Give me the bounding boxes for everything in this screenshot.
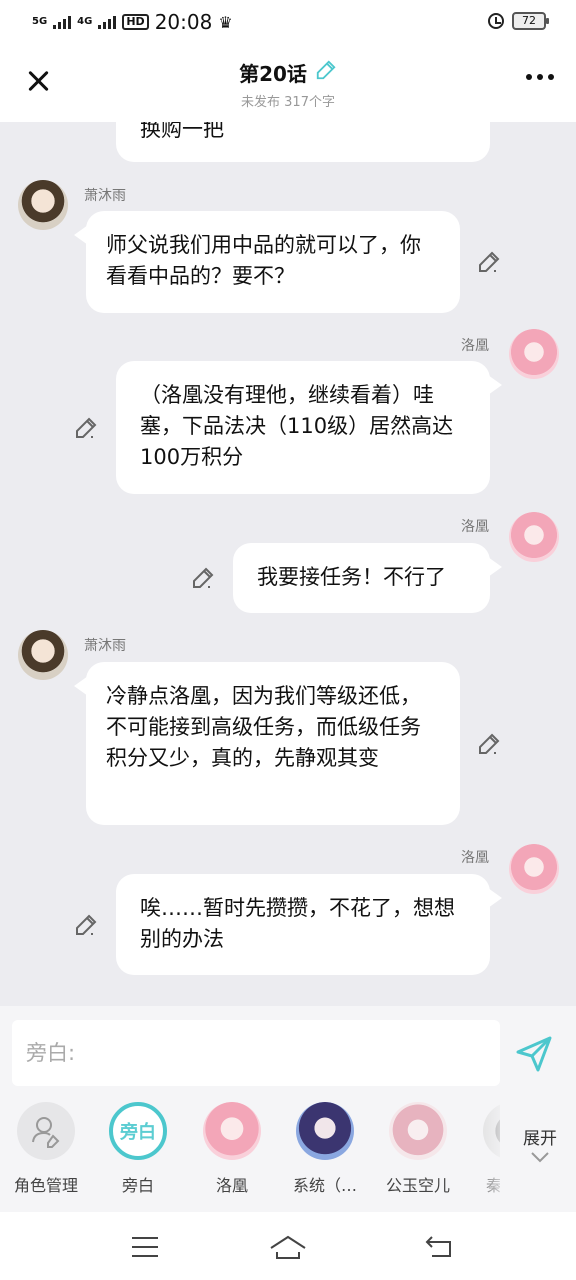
avatar[interactable] bbox=[509, 844, 559, 894]
message-input[interactable] bbox=[12, 1020, 500, 1086]
chevron-down-icon bbox=[512, 1149, 568, 1169]
signal-4g-label: 4G bbox=[77, 16, 93, 27]
sender-name: 萧沐雨 bbox=[84, 188, 126, 204]
battery-icon: 72 bbox=[512, 12, 549, 30]
sender-name: 萧沐雨 bbox=[84, 638, 126, 654]
status-bar: 5G 4G HD 20:08 ♛ 72 bbox=[0, 0, 576, 44]
avatar bbox=[203, 1102, 261, 1160]
avatar bbox=[389, 1102, 447, 1160]
role-label: 旁白 bbox=[121, 1176, 154, 1195]
role-selector[interactable]: 角色管理 旁白 旁白 洛凰 系统（… 公玉空儿 秦 bbox=[0, 1102, 500, 1202]
scroll-fade bbox=[470, 1102, 510, 1202]
message-bubble[interactable]: 师父说我们用中品的就可以了，你看看中品的？要不？ bbox=[74, 211, 460, 313]
hd-voice-icon: HD bbox=[122, 14, 149, 30]
sender-name: 洛凰 bbox=[461, 519, 489, 535]
chapter-title: 第20话 bbox=[239, 62, 307, 86]
avatar[interactable] bbox=[509, 512, 559, 562]
avatar[interactable] bbox=[18, 180, 68, 230]
role-gongyu[interactable]: 公玉空儿 bbox=[372, 1102, 464, 1196]
edit-message-icon[interactable] bbox=[74, 416, 98, 440]
avatar[interactable] bbox=[509, 329, 559, 379]
home-icon[interactable] bbox=[268, 1234, 308, 1260]
chapter-status: 未发布 317个字 bbox=[241, 95, 335, 110]
avatar[interactable] bbox=[18, 630, 68, 680]
crown-icon: ♛ bbox=[218, 12, 233, 32]
role-label: 角色管理 bbox=[13, 1176, 78, 1195]
expand-button[interactable]: 展开 bbox=[512, 1124, 568, 1169]
alarm-icon bbox=[488, 13, 504, 29]
send-button[interactable] bbox=[514, 1034, 554, 1074]
role-luohuang[interactable]: 洛凰 bbox=[186, 1102, 278, 1196]
message-bubble[interactable]: 我要接任务！不行了 bbox=[233, 543, 502, 613]
message-bubble[interactable]: 换购一把 bbox=[116, 122, 490, 162]
edit-message-icon[interactable] bbox=[74, 913, 98, 937]
role-system[interactable]: 系统（… bbox=[279, 1102, 371, 1196]
composer: 角色管理 旁白 旁白 洛凰 系统（… 公玉空儿 秦 展开 bbox=[0, 1006, 576, 1212]
signal-5g-label: 5G bbox=[32, 16, 48, 27]
header: 第20话 未发布 317个字 bbox=[0, 44, 576, 122]
edit-message-icon[interactable] bbox=[191, 566, 215, 590]
expand-label: 展开 bbox=[523, 1129, 557, 1149]
message-bubble[interactable]: 唉……暂时先攒攒，不花了，想想别的办法 bbox=[116, 874, 502, 975]
page-title: 第20话 bbox=[239, 58, 337, 87]
edit-message-icon[interactable] bbox=[477, 250, 501, 274]
signal-bars-icon bbox=[53, 15, 72, 29]
message-bubble[interactable]: 冷静点洛凰，因为我们等级还低，不可能接到高级任务，而低级任务积分又少，真的，先静… bbox=[74, 662, 460, 825]
signal-bars-icon bbox=[98, 15, 117, 29]
system-nav-bar bbox=[0, 1212, 576, 1280]
sender-name: 洛凰 bbox=[461, 850, 489, 866]
more-options-button[interactable] bbox=[526, 74, 554, 80]
narration-badge: 旁白 bbox=[109, 1102, 167, 1160]
user-edit-icon bbox=[17, 1102, 75, 1160]
role-narration[interactable]: 旁白 旁白 bbox=[92, 1102, 184, 1196]
message-bubble[interactable]: （洛凰没有理他，继续看着）哇塞，下品法决（110级）居然高达100万积分 bbox=[116, 361, 502, 494]
message-input-box[interactable] bbox=[12, 1020, 500, 1086]
role-label: 洛凰 bbox=[215, 1176, 248, 1195]
avatar bbox=[296, 1102, 354, 1160]
role-label: 公玉空儿 bbox=[385, 1176, 450, 1195]
status-time: 20:08 bbox=[154, 10, 213, 34]
back-icon[interactable] bbox=[424, 1234, 464, 1260]
edit-title-icon[interactable] bbox=[315, 59, 337, 86]
role-label: 系统（… bbox=[292, 1176, 357, 1195]
chat-area[interactable]: 换购一把 萧沐雨 师父说我们用中品的就可以了，你看看中品的？要不？ 洛凰 （洛凰… bbox=[0, 122, 576, 1006]
menu-icon[interactable] bbox=[130, 1234, 170, 1260]
role-manage-button[interactable]: 角色管理 bbox=[0, 1102, 92, 1196]
sender-name: 洛凰 bbox=[461, 338, 489, 354]
edit-message-icon[interactable] bbox=[477, 732, 501, 756]
